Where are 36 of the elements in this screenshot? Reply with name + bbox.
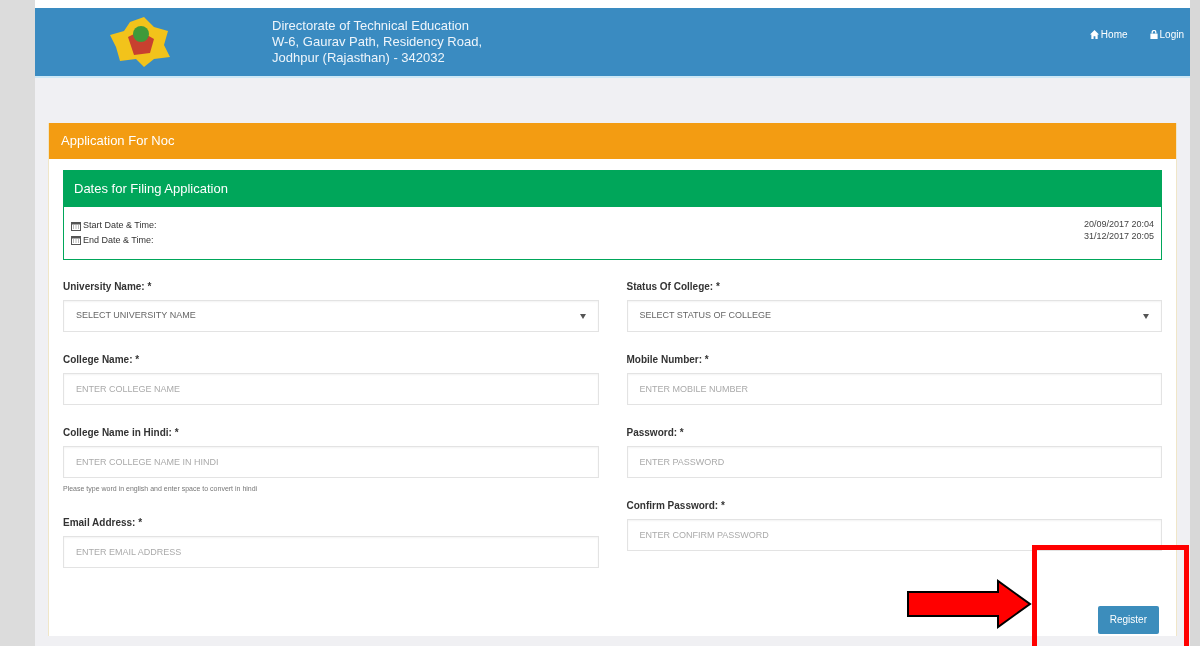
select-field[interactable]: SELECT UNIVERSITY NAME [63,300,599,332]
field-label: University Name: * [63,280,153,294]
input-field[interactable]: ENTER COLLEGE NAME IN HINDI [63,446,599,478]
date-value: 31/12/2017 20:05 [1083,231,1154,242]
select-field[interactable]: SELECT STATUS OF COLLEGE [626,300,1162,332]
calendar-icon [71,220,81,231]
field-label: College Name: * [63,353,141,367]
date-label: Start Date & Time: [83,219,157,232]
input-field[interactable]: ENTER CONFIRM PASSWORD [626,519,1162,551]
header-address-line: Directorate of Technical Education [272,18,471,34]
dropdown-caret-icon [579,313,586,319]
date-label: End Date & Time: [83,233,154,247]
register-button[interactable]: Register [1097,605,1159,634]
panel-title: Application For Noc [49,123,1176,159]
input-field[interactable]: ENTER EMAIL ADDRESS [63,535,599,568]
field-label: Email Address: * [63,515,144,530]
calendar-icon [71,235,81,246]
header-address-line: W-6, Gaurav Path, Residency Road, [272,34,483,50]
logo-icon [110,17,172,67]
dates-title: Dates for Filing Application [64,171,1161,207]
nav-link[interactable]: Login [1149,26,1184,42]
input-field[interactable]: ENTER COLLEGE NAME [63,373,599,405]
input-field[interactable]: ENTER PASSWORD [626,446,1162,478]
field-label: Confirm Password: * [626,499,726,513]
field-label: College Name in Hindi: * [63,426,180,440]
home-icon [1089,29,1099,39]
field-label: Password: * [626,426,685,440]
lock-icon [1149,29,1158,39]
input-field[interactable]: ENTER MOBILE NUMBER [626,373,1162,405]
annotation-arrow-icon [906,579,1032,629]
date-value: 20/09/2017 20:04 [1083,219,1154,230]
header-address-line: Jodhpur (Rajasthan) - 342032 [272,50,446,66]
nav-link[interactable]: Home [1089,26,1128,42]
dropdown-caret-icon [1143,313,1149,319]
field-label: Status Of College: * [626,280,721,294]
field-label: Mobile Number: * [626,353,710,367]
